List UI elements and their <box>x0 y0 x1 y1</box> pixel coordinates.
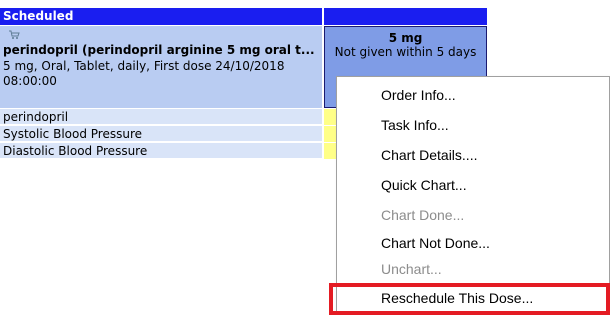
menu-item-chart-details[interactable]: Chart Details.... <box>381 147 477 163</box>
menu-item-order-info[interactable]: Order Info... <box>381 87 456 103</box>
menu-item-quick-chart[interactable]: Quick Chart... <box>381 177 467 193</box>
order-cell[interactable]: perindopril (perindopril arginine 5 mg o… <box>0 26 322 108</box>
menu-item-chart-not-done[interactable]: Chart Not Done... <box>381 235 490 251</box>
stage: Scheduled perindopril (perindopril argin… <box>0 0 610 315</box>
scheduled-header: Scheduled <box>0 8 487 25</box>
context-menu: Order Info... Task Info... Chart Details… <box>336 76 610 315</box>
medication-cart-icon <box>9 30 20 39</box>
menu-item-reschedule-this-dose[interactable]: Reschedule This Dose... <box>381 290 533 306</box>
sub-row-label: perindopril <box>0 109 322 125</box>
pending-cell[interactable] <box>324 143 336 159</box>
pending-cell[interactable] <box>324 126 336 142</box>
sub-row-label: Systolic Blood Pressure <box>0 126 322 142</box>
dose-amount: 5 mg <box>388 31 423 45</box>
menu-item-unchart: Unchart... <box>381 261 442 277</box>
order-title: perindopril (perindopril arginine 5 mg o… <box>3 43 315 57</box>
dose-status: Not given within 5 days <box>334 45 477 59</box>
sub-row-label: Diastolic Blood Pressure <box>0 143 322 159</box>
order-detail: 5 mg, Oral, Tablet, daily, First dose 24… <box>3 59 285 88</box>
scheduled-header-time-column <box>324 8 487 25</box>
menu-item-task-info[interactable]: Task Info... <box>381 117 449 133</box>
pending-cell[interactable] <box>324 109 336 125</box>
scheduled-header-label: Scheduled <box>0 8 322 25</box>
menu-item-chart-done: Chart Done... <box>381 207 465 223</box>
